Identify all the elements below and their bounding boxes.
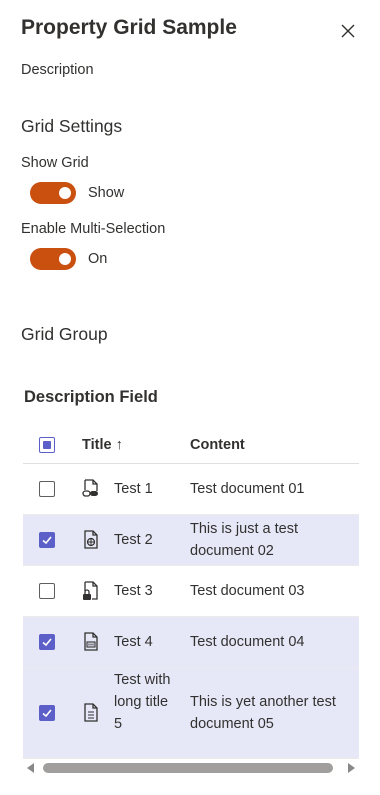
- row-title: Test 1: [114, 481, 153, 497]
- document-icon: [84, 703, 98, 722]
- table-row[interactable]: Test 3 Test document 03: [23, 566, 359, 617]
- row-content: This is yet another test document 05: [190, 694, 336, 732]
- close-icon[interactable]: [339, 22, 357, 40]
- checkmark-icon: [42, 536, 52, 545]
- toggle-knob: [59, 253, 71, 265]
- file-lock-icon: [83, 581, 98, 600]
- row-content: Test document 01: [190, 481, 305, 497]
- table-row[interactable]: Test 2 This is just a test document 02: [23, 515, 359, 566]
- select-all-checkbox[interactable]: [39, 437, 55, 453]
- partial-indicator: [43, 441, 51, 449]
- multi-selection-state: On: [88, 251, 108, 267]
- row-checkbox[interactable]: [39, 705, 55, 721]
- show-grid-toggle[interactable]: [30, 182, 76, 204]
- close-button[interactable]: [339, 22, 357, 40]
- row-title: Test with long title 5: [114, 672, 171, 732]
- file-globe-icon: [84, 530, 98, 549]
- row-title: Test 3: [114, 583, 153, 599]
- row-title: Test 2: [114, 532, 153, 548]
- grid-caption: Description Field: [24, 388, 158, 406]
- row-checkbox[interactable]: [39, 634, 55, 650]
- file-link-icon: [82, 479, 98, 497]
- list-header: Title ↑ Content: [23, 426, 359, 464]
- panel-title: Property Grid Sample: [21, 16, 237, 39]
- table-row[interactable]: Test 4 Test document 04: [23, 617, 359, 668]
- row-content: Test document 04: [190, 634, 305, 650]
- scroll-left-arrow-icon[interactable]: [27, 763, 34, 773]
- row-checkbox[interactable]: [39, 583, 55, 599]
- toggle-knob: [59, 187, 71, 199]
- table-row[interactable]: Test with long title 5 This is yet anoth…: [23, 668, 359, 759]
- show-grid-state: Show: [88, 185, 125, 201]
- scrollbar-thumb[interactable]: [43, 763, 333, 773]
- column-title-label: Title: [82, 437, 112, 453]
- checkmark-icon: [42, 638, 52, 647]
- column-header-content[interactable]: Content: [190, 437, 245, 453]
- panel-description: Description: [21, 62, 94, 78]
- row-title: Test 4: [114, 634, 153, 650]
- details-list: Title ↑ Content Test 1 Test document 01: [23, 426, 359, 759]
- show-grid-label: Show Grid: [21, 155, 89, 171]
- horizontal-scrollbar[interactable]: [23, 760, 359, 776]
- sort-ascending-icon: ↑: [115, 437, 123, 453]
- checkmark-icon: [42, 709, 52, 718]
- row-checkbox[interactable]: [39, 532, 55, 548]
- grid-settings-heading: Grid Settings: [21, 116, 123, 136]
- multi-selection-label: Enable Multi-Selection: [21, 221, 166, 237]
- multi-selection-toggle[interactable]: [30, 248, 76, 270]
- row-content: This is just a test document 02: [190, 521, 298, 559]
- file-binary-icon: [84, 632, 98, 651]
- table-row[interactable]: Test 1 Test document 01: [23, 464, 359, 515]
- column-header-title[interactable]: Title ↑: [82, 437, 123, 453]
- row-checkbox[interactable]: [39, 481, 55, 497]
- row-content: Test document 03: [190, 583, 305, 599]
- scroll-right-arrow-icon[interactable]: [348, 763, 355, 773]
- grid-group-heading: Grid Group: [21, 324, 108, 344]
